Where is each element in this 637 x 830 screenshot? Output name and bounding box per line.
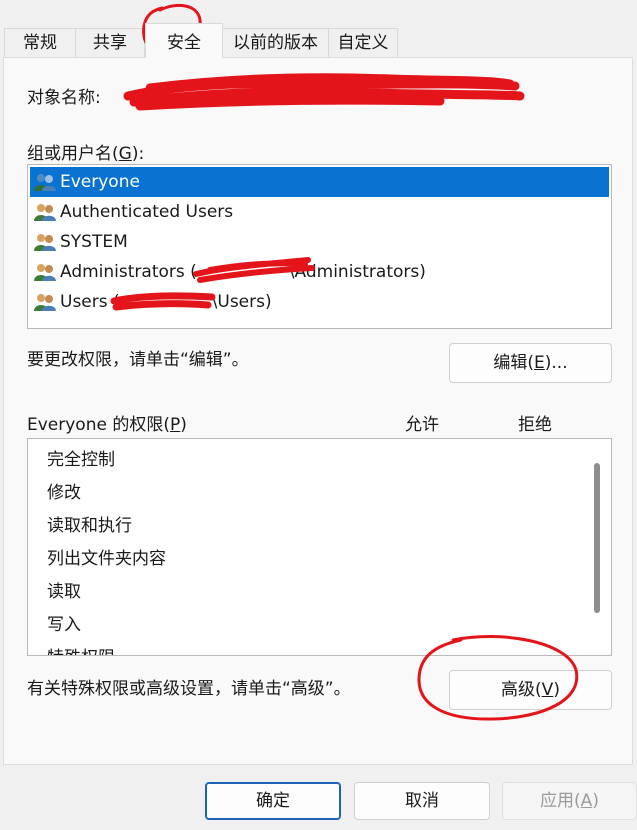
apply-button[interactable]: 应用(A): [502, 782, 637, 820]
group-or-user-label: 组或用户名(G):: [27, 144, 145, 164]
list-item-label: Everyone: [60, 172, 140, 192]
tab-sharing[interactable]: 共享: [75, 28, 145, 57]
user-group-icon: [34, 174, 56, 191]
tab-security[interactable]: 安全: [145, 23, 223, 58]
permission-read: 读取: [47, 582, 81, 602]
user-group-icon: [34, 294, 56, 311]
tab-general[interactable]: 常规: [4, 28, 76, 57]
permissions-label: Everyone 的权限(P): [27, 415, 187, 435]
tab-strip: 常规 共享 安全 以前的版本 自定义: [0, 0, 637, 58]
permissions-listbox[interactable]: 完全控制 修改 读取和执行 列出文件夹内容 读取 写入 特殊权限: [27, 438, 612, 656]
list-item-label-suffix: \Users): [211, 292, 272, 312]
tab-customize[interactable]: 自定义: [328, 28, 398, 57]
permissions-scrollbar[interactable]: [594, 463, 600, 613]
redaction-scribble-object-name: [123, 73, 525, 111]
permission-modify: 修改: [47, 483, 81, 503]
user-group-icon: [34, 264, 56, 281]
tab-previous-versions[interactable]: 以前的版本: [222, 28, 329, 57]
permission-special: 特殊权限: [47, 642, 115, 655]
tab-customize-label: 自定义: [337, 33, 389, 53]
user-group-icon: [34, 234, 56, 251]
cancel-button[interactable]: 取消: [354, 782, 490, 820]
tab-security-label: 安全: [167, 33, 201, 53]
permission-list-folder-contents: 列出文件夹内容: [47, 549, 166, 569]
advanced-settings-hint: 有关特殊权限或高级设置，请单击“高级”。: [27, 679, 351, 699]
list-item-label: SYSTEM: [60, 232, 128, 252]
ok-button[interactable]: 确定: [205, 782, 341, 820]
user-group-icon: [34, 204, 56, 221]
object-name-label: 对象名称:: [27, 88, 101, 108]
list-item-label: Authenticated Users: [60, 202, 234, 222]
permission-read-execute: 读取和执行: [47, 516, 132, 536]
annotation-circle-advanced-button: [417, 635, 579, 721]
redaction-scribble-administrators: [193, 257, 315, 283]
redaction-scribble-users: [110, 292, 216, 311]
edit-button[interactable]: 编辑(E)...: [449, 343, 612, 383]
tab-sharing-label: 共享: [93, 33, 127, 53]
list-item-label-prefix: Administrators (: [60, 262, 197, 282]
allow-column-header: 允许: [405, 415, 439, 435]
tab-previous-versions-label: 以前的版本: [233, 33, 318, 53]
tab-general-label: 常规: [23, 33, 57, 53]
deny-column-header: 拒绝: [518, 415, 552, 435]
change-permissions-hint: 要更改权限，请单击“编辑”。: [27, 350, 249, 370]
list-item-everyone[interactable]: Everyone: [30, 167, 609, 197]
permission-full-control: 完全控制: [47, 450, 115, 470]
list-item-authenticated-users[interactable]: Authenticated Users: [30, 197, 609, 227]
permission-write: 写入: [47, 615, 81, 635]
